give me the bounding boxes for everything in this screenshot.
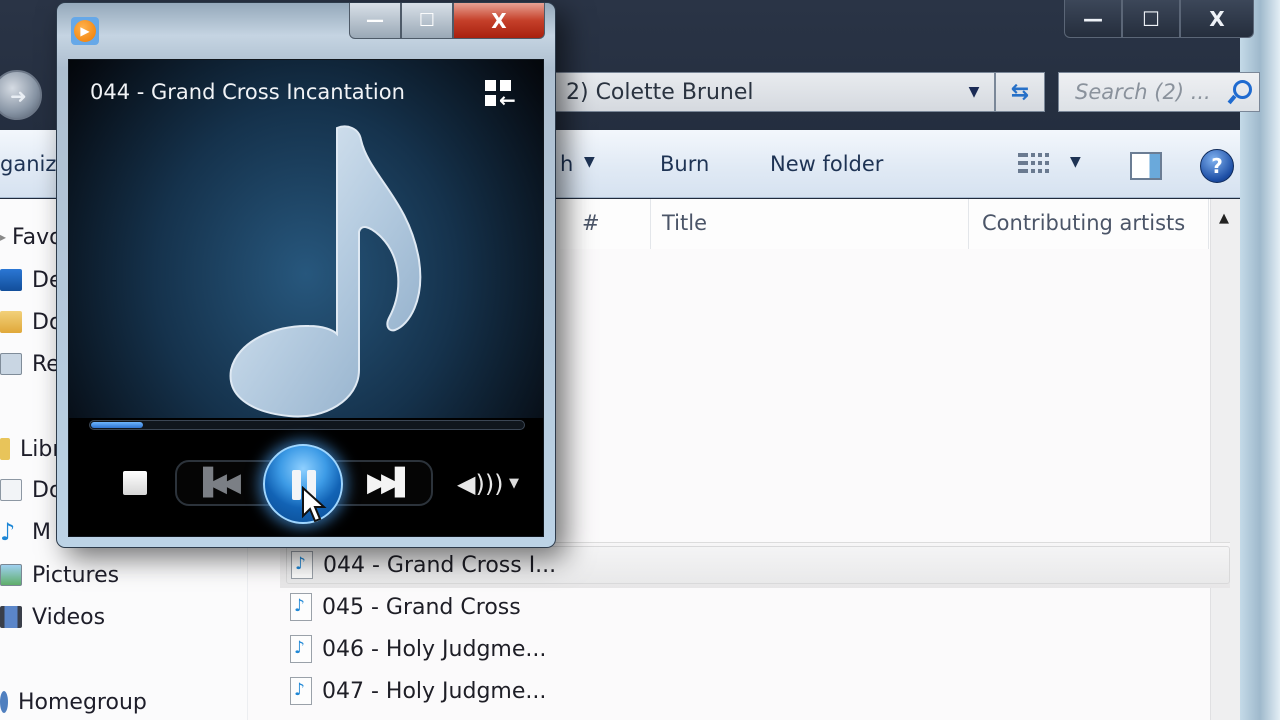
column-header-number[interactable]: # [582,211,600,235]
nav-label: Homegroup [18,689,147,715]
nav-label: Videos [32,604,106,630]
mouse-cursor-icon [302,486,327,523]
address-path[interactable]: 2) Colette Brunel [546,80,954,105]
nav-item-music[interactable]: ♪ M [0,514,51,550]
explorer-close-button[interactable]: X [1180,0,1254,38]
audio-file-icon [290,593,312,621]
file-name: 046 - Holy Judgme... [322,636,547,662]
volume-dropdown-icon[interactable]: ▼ [509,476,519,491]
videos-icon [0,606,22,628]
refresh-button[interactable]: ⇆ [995,72,1045,112]
column-divider[interactable] [650,199,651,249]
stop-button[interactable] [123,471,147,495]
help-icon[interactable]: ? [1200,149,1234,183]
column-divider[interactable] [968,199,969,249]
preview-pane-icon[interactable] [1130,152,1162,180]
file-row[interactable]: 046 - Holy Judgme... [286,630,1230,668]
arrow-left-icon: ← [499,88,516,112]
recent-places-icon [0,353,22,375]
share-with-dropdown-icon[interactable]: ▼ [584,154,595,170]
column-header-contributing-artists[interactable]: Contributing artists [982,211,1185,235]
change-view-icon[interactable] [1018,153,1052,179]
nav-label: Pictures [32,562,120,588]
speaker-icon: ◀))) [457,470,504,498]
player-close-button[interactable]: X [453,3,545,39]
now-playing-title: 044 - Grand Cross Incantation [90,80,405,104]
nav-item-desktop[interactable]: De [0,262,62,298]
seek-bar[interactable] [89,420,525,430]
file-name: 047 - Holy Judgme... [322,678,547,704]
audio-file-icon [290,677,312,705]
file-row[interactable]: 047 - Holy Judgme... [286,672,1230,710]
explorer-minimize-button[interactable]: — [1064,0,1122,38]
views-dropdown-icon[interactable]: ▼ [1070,154,1081,170]
nav-item-pictures[interactable]: Pictures [0,557,119,593]
new-folder-button[interactable]: New folder [770,152,883,176]
explorer-maximize-button[interactable]: ☐ [1122,0,1180,38]
explorer-caption-buttons: — ☐ X [1064,0,1254,40]
nav-item-videos[interactable]: Videos [0,599,105,635]
refresh-icon: ⇆ [1010,79,1030,105]
next-button[interactable]: ▶▶▌ [367,468,415,498]
search-icon[interactable] [1227,80,1252,104]
music-icon: ♪ [0,518,16,546]
address-bar[interactable]: 2) Colette Brunel ▼ [545,72,995,112]
grid-square [485,95,496,106]
seek-bar-fill [91,422,143,428]
pause-icon [292,470,301,500]
file-row[interactable]: 044 - Grand Cross I... [286,546,1230,584]
audio-file-icon [291,551,313,579]
column-header-row: # Title Contributing artists A [560,199,1240,249]
nav-label: M [32,519,51,545]
now-playing-view: 044 - Grand Cross Incantation ← ▐◀◀ ▶▶▌ … [68,59,544,537]
column-header-title[interactable]: Title [662,211,707,235]
address-dropdown-icon[interactable]: ▼ [954,84,994,100]
file-name: 044 - Grand Cross I... [323,552,557,578]
search-input[interactable] [1075,80,1221,104]
nav-item-recent-places[interactable]: Re [0,346,60,382]
desktop-icon [0,269,22,291]
file-row[interactable]: 045 - Grand Cross [286,588,1230,626]
file-name: 045 - Grand Cross [322,594,521,620]
column-divider[interactable] [1208,199,1209,249]
mute-button[interactable]: ◀))) [457,470,504,498]
next-icon: ▶▶▌ [367,468,415,498]
back-button[interactable]: ➜ [0,70,42,120]
player-caption-buttons: — ☐ X [349,3,545,41]
nav-item-documents[interactable]: Do [0,472,62,508]
share-with-button[interactable]: h [560,152,573,176]
back-arrow-icon: ➜ [10,84,27,108]
nav-item-libraries[interactable]: Libr [0,431,61,467]
libraries-icon [0,438,10,460]
music-note-shape [229,125,422,418]
nav-item-favorites[interactable]: ▸ Favo [0,219,63,255]
previous-button[interactable]: ▐◀◀ [193,468,241,498]
previous-icon: ▐◀◀ [193,468,241,498]
pictures-icon [0,564,22,586]
media-player-app-icon[interactable]: ▶ [71,17,99,45]
scroll-up-arrow-icon[interactable]: ▲ [1219,211,1229,226]
documents-icon [0,479,22,501]
player-minimize-button[interactable]: — [349,3,401,39]
switch-to-library-button[interactable]: ← [485,80,523,112]
expand-icon: ▸ [0,230,7,244]
nav-item-downloads[interactable]: Do [0,304,62,340]
player-maximize-button[interactable]: ☐ [401,3,453,39]
search-box[interactable] [1058,72,1260,112]
burn-button[interactable]: Burn [660,152,709,176]
downloads-icon [0,311,22,333]
music-note-icon [229,125,422,418]
audio-file-icon [290,635,312,663]
media-player-window: ▶ — ☐ X 044 - Grand Cross Incantation ← [56,2,556,548]
grid-square [485,80,496,91]
nav-item-homegroup[interactable]: Homegroup [0,684,147,720]
homegroup-icon [0,691,8,713]
